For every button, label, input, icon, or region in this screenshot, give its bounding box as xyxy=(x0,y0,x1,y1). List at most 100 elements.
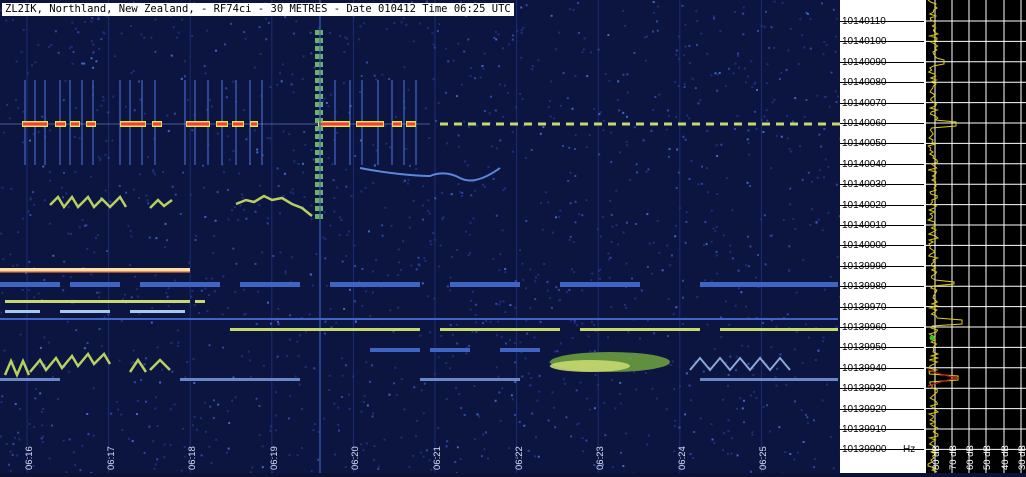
signal-band xyxy=(195,300,205,303)
time-label: 06:25 xyxy=(758,446,769,470)
signal-band xyxy=(240,282,300,287)
signal-zigzag xyxy=(690,358,790,370)
signal-dash xyxy=(538,123,546,126)
freq-label: 10139900 xyxy=(842,444,887,456)
signal-dash xyxy=(776,123,784,126)
signal-dash xyxy=(594,123,602,126)
time-label: 06:19 xyxy=(269,446,280,470)
freq-label: 10139920 xyxy=(842,404,887,416)
signal-dash xyxy=(552,123,560,126)
db-label: 50 dB xyxy=(982,445,993,470)
time-label: 06:23 xyxy=(595,446,606,470)
signal-dash xyxy=(496,123,504,126)
freq-label: 10139950 xyxy=(842,342,887,354)
signal-dash xyxy=(650,123,658,126)
signal-dash xyxy=(678,123,686,126)
freq-label: 10140010 xyxy=(842,220,887,232)
freq-label: 10139940 xyxy=(842,363,887,375)
signal-band xyxy=(450,282,520,287)
freq-label: 10139930 xyxy=(842,383,887,395)
freq-label: 10139970 xyxy=(842,302,887,314)
signal-dash xyxy=(608,123,616,126)
signal-dash xyxy=(818,123,826,126)
signal-dash xyxy=(636,123,644,126)
freq-label: 10140110 xyxy=(842,16,886,28)
signal-band xyxy=(560,282,640,287)
freq-unit: Hz xyxy=(903,444,915,456)
signal-band xyxy=(720,328,838,331)
signal-band xyxy=(420,378,520,381)
signal-band xyxy=(70,282,120,287)
signal-band xyxy=(700,378,838,381)
signal-band xyxy=(500,348,540,352)
signal-band xyxy=(440,328,560,331)
db-label: 70 dB xyxy=(948,445,959,470)
db-label: 80 dB xyxy=(931,445,942,470)
spectrum-marker xyxy=(930,336,935,341)
spectrum-trace xyxy=(928,0,962,472)
freq-label: 10139990 xyxy=(842,261,887,273)
signal-band xyxy=(230,328,420,331)
freq-label: 10140080 xyxy=(842,77,887,89)
freq-label: 10140070 xyxy=(842,98,887,110)
freq-label: 10140060 xyxy=(842,118,887,130)
time-label: 06:17 xyxy=(106,446,117,470)
signal-dash xyxy=(622,123,630,126)
signal-band xyxy=(130,310,185,313)
signal-band xyxy=(180,378,300,381)
signal-band xyxy=(0,282,60,287)
frequency-scale: 10140110 10140100 10140090 10140080 10140070… xyxy=(840,0,926,473)
signal-dash xyxy=(692,123,700,126)
signal-dash xyxy=(790,123,798,126)
signal-dash xyxy=(706,123,714,126)
signal-dash xyxy=(748,123,756,126)
freq-label: 10140090 xyxy=(842,57,887,69)
signal-band xyxy=(0,318,838,320)
wavy-trace xyxy=(360,168,500,180)
signal-blob xyxy=(550,360,630,372)
time-label: 06:24 xyxy=(677,446,688,470)
time-label: 06:20 xyxy=(350,446,361,470)
freq-label: 10140050 xyxy=(842,138,887,150)
waterfall-display[interactable]: ZL2IK, Northland, New Zealand, - RF74ci … xyxy=(0,0,840,473)
signal-dash xyxy=(454,123,462,126)
time-label: 06:22 xyxy=(514,446,525,470)
signal-dash xyxy=(440,123,448,126)
signal-dash xyxy=(510,123,518,126)
signal-band xyxy=(430,348,470,352)
strong-horizontal-edge xyxy=(0,271,190,273)
signal-dash xyxy=(482,123,490,126)
spectrum-plot xyxy=(926,0,1026,473)
freq-label: 10140030 xyxy=(842,179,887,191)
signal-band xyxy=(370,348,420,352)
signal-dash xyxy=(664,123,672,126)
freq-label: 10139910 xyxy=(842,424,887,436)
signal-band xyxy=(700,282,838,287)
strong-horizontal xyxy=(0,268,190,271)
db-label: 40 dB xyxy=(1000,445,1011,470)
db-label: 30 dB xyxy=(1017,445,1026,470)
signal-band xyxy=(140,282,220,287)
waterfall-title: ZL2IK, Northland, New Zealand, - RF74ci … xyxy=(2,3,514,16)
spectrum-panel: 80 dB 70 dB 60 dB 50 dB 40 dB 30 dB xyxy=(926,0,1026,473)
signal-dash xyxy=(580,123,588,126)
time-label: 06:16 xyxy=(24,446,35,470)
signal-dash xyxy=(832,123,840,126)
freq-label: 10139960 xyxy=(842,322,887,334)
signal-band xyxy=(60,310,110,313)
spectrum-peak-red xyxy=(928,370,958,386)
signal-band xyxy=(5,310,40,313)
freq-label: 10139980 xyxy=(842,281,887,293)
signal-dash xyxy=(468,123,476,126)
signal-band xyxy=(330,282,420,287)
time-label: 06:21 xyxy=(432,446,443,470)
time-label: 06:18 xyxy=(187,446,198,470)
signal-dash xyxy=(734,123,742,126)
freq-label: 10140000 xyxy=(842,240,887,252)
waterfall-canvas xyxy=(0,0,840,473)
signal-dash xyxy=(804,123,812,126)
freq-label: 10140100 xyxy=(842,36,887,48)
db-label: 60 dB xyxy=(965,445,976,470)
noise-layer xyxy=(0,1,840,474)
signal-dash xyxy=(566,123,574,126)
